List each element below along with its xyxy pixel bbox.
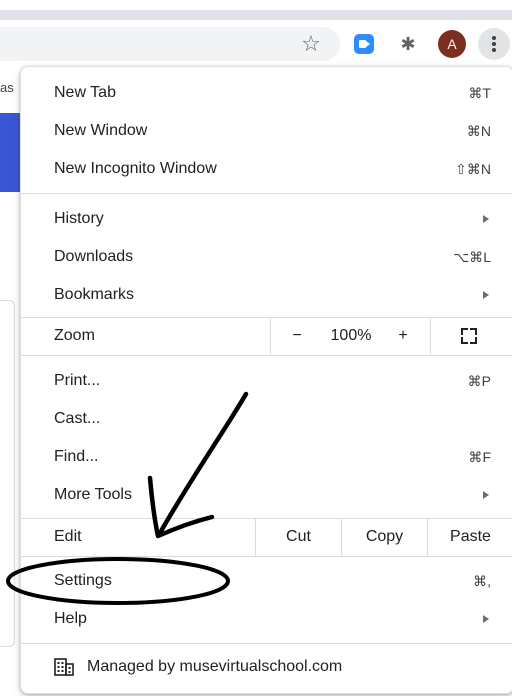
menu-item-find[interactable]: Find... ⌘F	[21, 438, 512, 476]
menu-item-label: Downloads	[54, 248, 134, 265]
page-partial-text: as	[0, 80, 14, 95]
fullscreen-icon[interactable]	[461, 328, 477, 344]
zoom-label: Zoom	[54, 327, 95, 344]
menu-item-label: Find...	[54, 448, 99, 465]
menu-item-more-tools[interactable]: More Tools	[21, 476, 512, 514]
submenu-arrow-icon	[483, 291, 489, 299]
menu-item-new-incognito-window[interactable]: New Incognito Window ⇧⌘N	[21, 150, 512, 188]
menu-separator	[21, 355, 512, 356]
puzzle-icon[interactable]: ✱	[396, 32, 420, 56]
page-blue-banner	[0, 113, 20, 192]
menu-row-zoom: Zoom	[21, 317, 512, 355]
chrome-main-menu: New Tab ⌘T New Window ⌘N New Incognito W…	[20, 66, 512, 694]
menu-item-shortcut: ⌥⌘L	[453, 249, 491, 265]
menu-item-label: Bookmarks	[54, 286, 135, 303]
zoom-level: 100%	[330, 327, 372, 344]
avatar[interactable]: A	[438, 30, 466, 58]
menu-item-label: Cast...	[54, 410, 101, 427]
menu-item-label: New Window	[54, 122, 148, 139]
menu-item-label: Settings	[54, 572, 112, 589]
menu-item-label: New Tab	[54, 84, 116, 101]
menu-item-print[interactable]: Print... ⌘P	[21, 362, 512, 400]
address-bar[interactable]	[0, 27, 340, 61]
menu-item-settings[interactable]: Settings ⌘,	[21, 562, 512, 600]
paste-button[interactable]: Paste	[428, 518, 512, 556]
zoom-in-button[interactable]: +	[381, 317, 425, 355]
menu-item-shortcut: ⌘,	[473, 573, 491, 589]
edit-label: Edit	[54, 528, 82, 545]
menu-item-cast[interactable]: Cast...	[21, 400, 512, 438]
menu-item-shortcut: ⌘P	[467, 373, 491, 389]
star-icon[interactable]: ☆	[298, 31, 324, 57]
menu-item-label: Help	[54, 610, 87, 627]
menu-separator	[21, 556, 512, 557]
submenu-arrow-icon	[483, 615, 489, 623]
zoom-extension-icon[interactable]	[354, 34, 374, 54]
menu-item-downloads[interactable]: Downloads ⌥⌘L	[21, 238, 512, 276]
menu-item-shortcut: ⌘N	[466, 123, 491, 139]
menu-separator	[21, 643, 512, 644]
zoom-divider	[430, 317, 431, 355]
tab-strip	[0, 10, 512, 20]
building-icon	[54, 658, 74, 676]
menu-item-shortcut: ⌘T	[468, 85, 491, 101]
menu-item-label: History	[54, 210, 104, 227]
menu-separator	[21, 193, 512, 194]
cut-button[interactable]: Cut	[256, 518, 341, 556]
menu-item-help[interactable]: Help	[21, 600, 512, 638]
menu-item-label: New Incognito Window	[54, 160, 217, 177]
zoom-out-button[interactable]: −	[273, 317, 321, 355]
kebab-menu-icon[interactable]	[478, 28, 510, 60]
menu-item-shortcut: ⌘F	[468, 449, 491, 465]
menu-item-bookmarks[interactable]: Bookmarks	[21, 276, 512, 314]
submenu-arrow-icon	[483, 491, 489, 499]
menu-item-new-tab[interactable]: New Tab ⌘T	[21, 74, 512, 112]
managed-by-text[interactable]: Managed by musevirtualschool.com	[87, 647, 342, 687]
submenu-arrow-icon	[483, 215, 489, 223]
menu-item-label: Print...	[54, 372, 101, 389]
zoom-divider	[270, 317, 271, 355]
menu-item-new-window[interactable]: New Window ⌘N	[21, 112, 512, 150]
menu-item-shortcut: ⇧⌘N	[455, 161, 491, 177]
menu-item-history[interactable]: History	[21, 200, 512, 238]
menu-item-label: More Tools	[54, 486, 132, 503]
copy-button[interactable]: Copy	[342, 518, 427, 556]
page-card	[0, 300, 15, 647]
